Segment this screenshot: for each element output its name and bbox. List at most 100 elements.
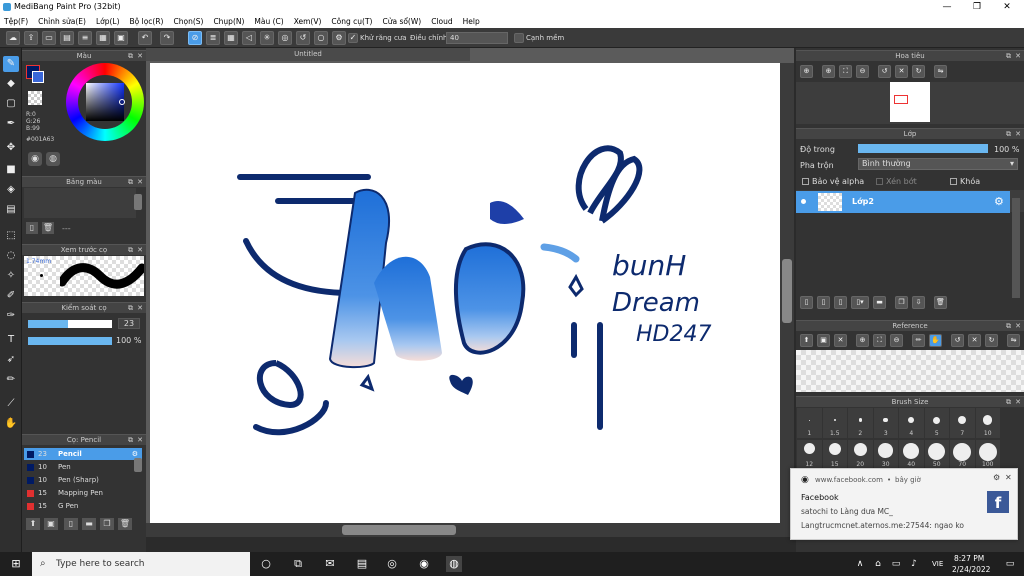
- lasso-tool-icon[interactable]: ◌: [3, 248, 19, 264]
- brush-list-item[interactable]: 15 Mapping Pen: [24, 487, 142, 499]
- reference-reset-icon[interactable]: ✕: [968, 334, 981, 347]
- brush-delete-icon[interactable]: 🗑: [118, 518, 132, 530]
- magic-wand-icon[interactable]: ✧: [3, 268, 19, 284]
- new-folder-icon[interactable]: ▬: [873, 296, 886, 309]
- volume-icon[interactable]: ♪: [906, 556, 922, 572]
- reference-eyedropper-icon[interactable]: ✏: [912, 334, 925, 347]
- transparent-color-swatch[interactable]: [28, 91, 42, 105]
- canvas-paper[interactable]: bunH Dream HD247: [150, 63, 780, 523]
- snap-circle-icon[interactable]: ◎: [278, 31, 292, 45]
- reference-rotate-right-icon[interactable]: ↻: [985, 334, 998, 347]
- smooth-checkbox[interactable]: [514, 33, 524, 43]
- select-tool-icon[interactable]: ⬚: [3, 228, 19, 244]
- notification-settings-icon[interactable]: ⚙: [993, 473, 1000, 482]
- brush-size-cell[interactable]: 7: [950, 408, 975, 438]
- popout-icon[interactable]: ⧉: [128, 435, 133, 446]
- operation-tool-icon[interactable]: ➶: [3, 352, 19, 368]
- new-layer-icon[interactable]: ▯: [800, 296, 813, 309]
- menu-file[interactable]: Tệp(F): [4, 17, 28, 26]
- brush-tool-icon[interactable]: ✎: [3, 56, 19, 72]
- menu-help[interactable]: Help: [463, 17, 480, 26]
- gradient-tool-icon[interactable]: ▤: [3, 202, 19, 218]
- brush-size-cell[interactable]: 20: [848, 440, 873, 468]
- menu-tools[interactable]: Công cụ(T): [331, 17, 372, 26]
- eraser-tool-icon[interactable]: ◆: [3, 76, 19, 92]
- reference-zoom-out-icon[interactable]: ⊖: [890, 334, 903, 347]
- brush-opacity-slider[interactable]: [28, 337, 112, 345]
- brush-size-cell[interactable]: 40: [899, 440, 924, 468]
- task-view-icon[interactable]: ⧉: [290, 556, 306, 572]
- language-indicator[interactable]: VIE: [932, 560, 943, 568]
- menu-edit[interactable]: Chỉnh sửa(E): [38, 17, 86, 26]
- close-icon[interactable]: ✕: [1015, 397, 1021, 408]
- notification-center-icon[interactable]: ▭: [1002, 556, 1018, 572]
- menu-cloud[interactable]: Cloud: [431, 17, 452, 26]
- popout-icon[interactable]: ⧉: [128, 51, 133, 62]
- duplicate-layer-icon[interactable]: ❐: [895, 296, 908, 309]
- brush-list-item[interactable]: 10 Pen: [24, 461, 142, 473]
- popout-icon[interactable]: ⧉: [1006, 397, 1011, 408]
- reference-zoom-in-icon[interactable]: ⊕: [856, 334, 869, 347]
- brush-size-cell[interactable]: 3: [873, 408, 898, 438]
- zoom-in-icon[interactable]: ⊕: [800, 65, 813, 78]
- brush-size-cell[interactable]: 15: [822, 440, 847, 468]
- reference-fit-icon[interactable]: ⛶: [873, 334, 886, 347]
- horizontal-scrollbar[interactable]: [146, 523, 794, 537]
- close-icon[interactable]: ✕: [1015, 129, 1021, 140]
- flip-icon[interactable]: ⇋: [934, 65, 947, 78]
- eyedropper-icon[interactable]: ✏: [3, 372, 19, 388]
- close-icon[interactable]: ✕: [137, 177, 143, 188]
- brush-size-cell[interactable]: 70: [950, 440, 975, 468]
- dot-tool-icon[interactable]: ✒: [3, 116, 19, 132]
- popout-icon[interactable]: ⧉: [128, 303, 133, 314]
- export-icon[interactable]: ⇪: [24, 31, 38, 45]
- brush-size-cell[interactable]: 1.5: [822, 408, 847, 438]
- snap-grid-icon[interactable]: ▦: [224, 31, 238, 45]
- new-layer-menu-icon[interactable]: ▯▾: [851, 296, 869, 309]
- rotate-left-icon[interactable]: ↺: [878, 65, 891, 78]
- minimize-button[interactable]: —: [932, 0, 962, 14]
- reference-close-icon[interactable]: ✕: [834, 334, 847, 347]
- clip-checkbox[interactable]: [876, 178, 883, 185]
- close-icon[interactable]: ✕: [1015, 321, 1021, 332]
- brush-size-cell[interactable]: 10: [975, 408, 1000, 438]
- panel-icon[interactable]: ▤: [60, 31, 74, 45]
- list-icon[interactable]: ≡: [78, 31, 92, 45]
- maximize-button[interactable]: ❐: [962, 0, 992, 14]
- snap-curve-icon[interactable]: ↺: [296, 31, 310, 45]
- rect-tool-icon[interactable]: ▢: [3, 96, 19, 112]
- vertical-scroll-thumb[interactable]: [782, 259, 792, 323]
- windows-start-icon[interactable]: ⊞: [8, 556, 24, 572]
- grid-icon[interactable]: ▦: [96, 31, 110, 45]
- store-icon[interactable]: ▤: [354, 556, 370, 572]
- delete-layer-icon[interactable]: 🗑: [934, 296, 947, 309]
- brush-size-cell[interactable]: 100: [975, 440, 1000, 468]
- color-wheel[interactable]: [66, 63, 144, 141]
- app-green-icon[interactable]: ◎: [384, 556, 400, 572]
- move-tool-icon[interactable]: ✥: [3, 140, 19, 156]
- horizontal-scroll-thumb[interactable]: [342, 525, 456, 535]
- layer-scrollbar[interactable]: [1012, 198, 1020, 298]
- adjust-select[interactable]: 40: [446, 32, 508, 44]
- reference-upload-icon[interactable]: ⬆: [800, 334, 813, 347]
- popout-icon[interactable]: ⧉: [1006, 51, 1011, 62]
- select-pen-icon[interactable]: ✐: [3, 288, 19, 304]
- text-tool-icon[interactable]: T: [3, 332, 19, 348]
- brush-size-cell[interactable]: 2: [848, 408, 873, 438]
- brush-list-item[interactable]: 23 Pencil ⚙: [24, 448, 142, 460]
- hand-tool-icon[interactable]: ✋: [3, 416, 19, 432]
- taskbar-search[interactable]: ⌕ Type here to search: [32, 552, 250, 576]
- close-icon[interactable]: ✕: [137, 51, 143, 62]
- brush-folder2-icon[interactable]: ▬: [82, 518, 96, 530]
- reference-flip-icon[interactable]: ⇋: [1007, 334, 1020, 347]
- lock-checkbox[interactable]: [950, 178, 957, 185]
- divide-tool-icon[interactable]: ⟋: [3, 396, 19, 412]
- palette-icon[interactable]: ◉: [28, 152, 42, 166]
- popout-icon[interactable]: ⧉: [128, 245, 133, 256]
- redo-icon[interactable]: ↷: [160, 31, 174, 45]
- clock-date[interactable]: 2/24/2022: [952, 565, 990, 574]
- notification-close-icon[interactable]: ✕: [1005, 473, 1012, 482]
- reference-rotate-left-icon[interactable]: ↺: [951, 334, 964, 347]
- close-icon[interactable]: ✕: [137, 303, 143, 314]
- brush-duplicate-icon[interactable]: ❐: [100, 518, 114, 530]
